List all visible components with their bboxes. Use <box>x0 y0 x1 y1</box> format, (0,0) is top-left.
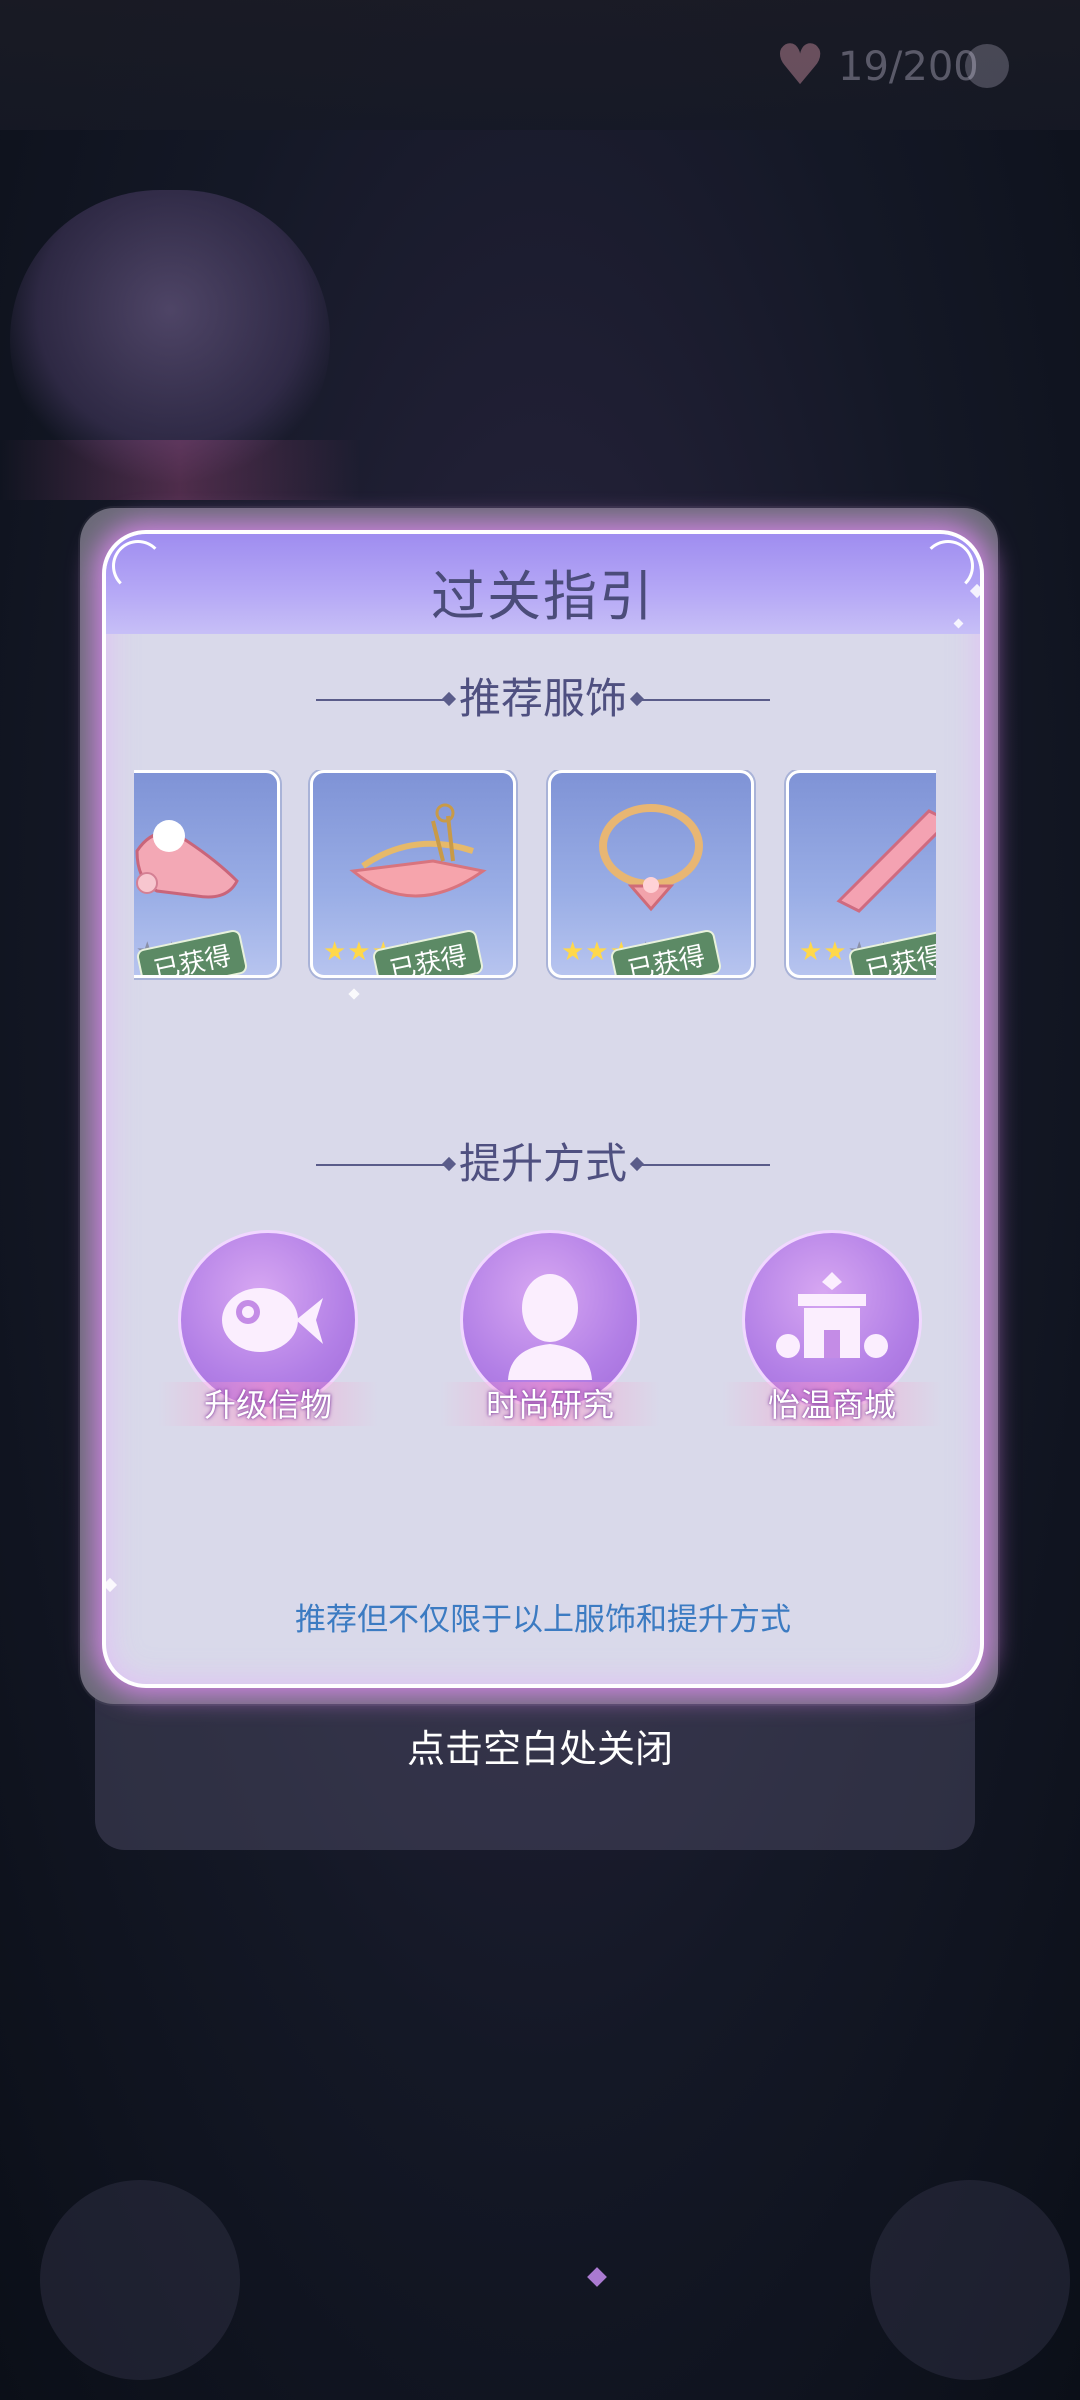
add-stamina-icon <box>965 44 1009 88</box>
recommended-outfits-header: 推荐服饰 <box>106 669 980 729</box>
shoes-icon <box>135 820 239 899</box>
stamina-count: 19/200 <box>838 44 979 90</box>
modal-title: 过关指引 <box>431 565 655 628</box>
character-label-bg <box>0 440 360 500</box>
outfit-item-card[interactable]: ★★★★★ 已获得 <box>134 770 280 978</box>
necklace-icon <box>599 804 703 912</box>
recommendation-footnote: 推荐但不仅限于以上服饰和提升方式 <box>295 1602 791 1638</box>
outfit-item-card[interactable]: ★★★★★ 已获得 <box>548 770 754 978</box>
background-button-left <box>40 2180 240 2380</box>
section-title: 提升方式 <box>458 1139 627 1188</box>
background-button-right <box>870 2180 1070 2380</box>
method-label: 升级信物 <box>203 1386 332 1424</box>
improvement-methods-header: 提升方式 <box>106 1134 980 1194</box>
level-guide-modal: 过关指引 推荐服饰 ★★★★★ 已获得 ★★★★★ 已获得 <box>102 530 984 1688</box>
obtained-badge: 已获得 <box>135 928 249 975</box>
method-shop[interactable]: 怡温商城 <box>722 1230 942 1430</box>
method-label: 时尚研究 <box>485 1386 614 1424</box>
obtained-badge: 已获得 <box>371 928 485 975</box>
modal-header: 过关指引 <box>106 534 980 634</box>
method-label: 怡温商城 <box>767 1386 896 1424</box>
outfit-item-card[interactable]: ★★★★★ 已获得 <box>310 770 516 978</box>
fish-token-icon <box>222 1288 323 1352</box>
outfit-item-list[interactable]: ★★★★★ 已获得 ★★★★★ 已获得 ★★★★★ 已获得 <box>134 770 936 990</box>
method-fashion-research[interactable]: 时尚研究 <box>440 1230 660 1430</box>
method-upgrade-token[interactable]: 升级信物 <box>158 1230 378 1430</box>
obtained-badge: 已获得 <box>847 928 936 975</box>
heart-icon: ♥ <box>775 33 826 98</box>
close-hint[interactable]: 点击空白处关闭 <box>0 1718 1080 1773</box>
section-title: 推荐服饰 <box>458 674 627 723</box>
outfit-item-card[interactable]: ★★★★★ 已获得 <box>786 770 936 978</box>
obtained-badge: 已获得 <box>609 928 723 975</box>
silhouette-icon <box>508 1274 592 1380</box>
hairpin-icon <box>836 809 936 913</box>
shop-building-icon <box>776 1272 888 1358</box>
fan-icon <box>349 803 487 898</box>
